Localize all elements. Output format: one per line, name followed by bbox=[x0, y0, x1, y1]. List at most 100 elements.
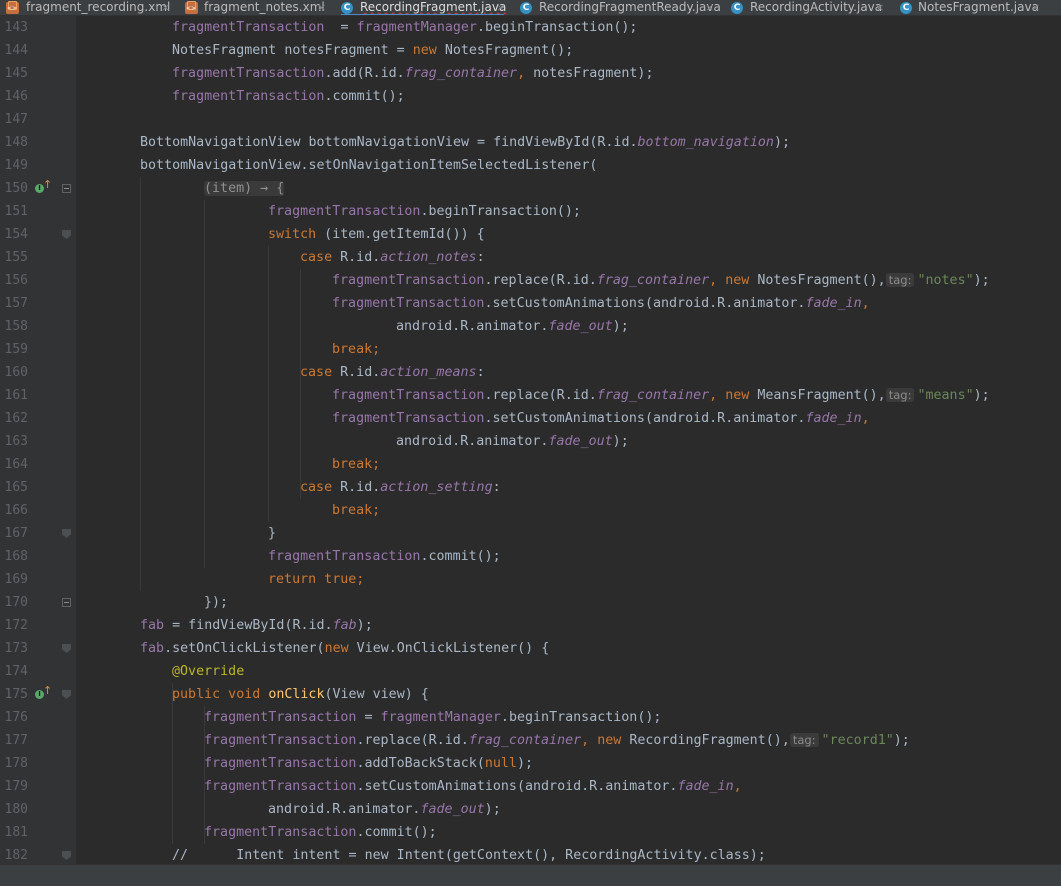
code-line[interactable]: break; bbox=[332, 453, 380, 476]
code-token: break; bbox=[332, 503, 381, 518]
implements-method-icon[interactable]: I ↑ bbox=[35, 178, 52, 196]
line-number: 162 bbox=[4, 411, 28, 426]
code-token: switch bbox=[268, 227, 317, 242]
line-number: 160 bbox=[4, 365, 28, 380]
code-line[interactable]: case R.id.action_means: bbox=[300, 361, 485, 384]
code-token: ); bbox=[484, 802, 501, 817]
code-line[interactable]: break; bbox=[332, 338, 380, 361]
code-line[interactable]: case R.id.action_setting: bbox=[300, 476, 501, 499]
code-token: bottom_navigation bbox=[637, 135, 774, 150]
fold-toggle-icon[interactable] bbox=[62, 184, 71, 193]
code-token: .beginTransaction(); bbox=[476, 20, 638, 35]
code-line[interactable]: fragmentTransaction.replace(R.id.frag_co… bbox=[332, 269, 990, 292]
code-token: ); bbox=[973, 388, 990, 403]
fold-toggle-icon[interactable] bbox=[62, 598, 71, 607]
code-line[interactable]: fragmentTransaction.replace(R.id.frag_co… bbox=[332, 384, 990, 407]
line-number: 150 bbox=[4, 181, 28, 196]
code-token: fragmentManager bbox=[380, 710, 501, 725]
code-token: , bbox=[861, 411, 870, 426]
code-line[interactable]: fragmentTransaction.addToBackStack(null)… bbox=[204, 752, 533, 775]
implements-method-icon[interactable]: I ↑ bbox=[35, 684, 52, 702]
indent-guide bbox=[300, 269, 301, 499]
code-line[interactable]: fragmentTransaction.setCustomAnimations(… bbox=[332, 292, 870, 315]
code-line[interactable]: fragmentTransaction.commit(); bbox=[172, 85, 405, 108]
code-line[interactable]: @Override bbox=[172, 660, 244, 683]
code-line[interactable]: fragmentTransaction.beginTransaction(); bbox=[268, 200, 581, 223]
code-token: fragmentTransaction bbox=[332, 296, 485, 311]
code-line[interactable]: }); bbox=[204, 591, 228, 614]
code-token: } bbox=[268, 526, 277, 541]
code-token: fade_in bbox=[677, 779, 734, 794]
code-line[interactable]: fragmentTransaction = fragmentManager.be… bbox=[172, 16, 637, 39]
code-token: fragmentTransaction bbox=[172, 89, 325, 104]
line-number: 156 bbox=[4, 273, 28, 288]
code-token: ); bbox=[612, 434, 629, 449]
code-token: fade_in bbox=[805, 296, 862, 311]
code-token: fragmentManager bbox=[356, 20, 477, 35]
code-token: fragmentTransaction bbox=[172, 66, 325, 81]
code-line[interactable]: android.R.animator.fade_out); bbox=[396, 315, 629, 338]
line-number: 174 bbox=[4, 664, 28, 679]
line-number: 181 bbox=[4, 825, 28, 840]
code-line[interactable]: fragmentTransaction.setCustomAnimations(… bbox=[332, 407, 870, 430]
line-number: 169 bbox=[4, 572, 28, 587]
code-token: "notes" bbox=[917, 273, 974, 288]
code-token: , bbox=[517, 66, 526, 81]
code-token: , bbox=[733, 779, 742, 794]
code-token: NotesFragment(); bbox=[436, 43, 574, 58]
code-line[interactable]: case R.id.action_notes: bbox=[300, 246, 485, 269]
code-line[interactable]: bottomNavigationView.setOnNavigationItem… bbox=[140, 154, 597, 177]
code-token: NotesFragment notesFragment = bbox=[172, 43, 413, 58]
code-token: fragmentTransaction bbox=[332, 273, 485, 288]
code-line[interactable]: (item) → { bbox=[204, 177, 285, 200]
code-token: "means" bbox=[917, 388, 974, 403]
code-line[interactable]: fragmentTransaction.commit(); bbox=[268, 545, 501, 568]
code-token: bottomNavigationView.setOnNavigationItem… bbox=[140, 158, 598, 173]
line-number: 161 bbox=[4, 388, 28, 403]
code-token: (View view) { bbox=[324, 687, 429, 702]
code-line[interactable]: fab = findViewById(R.id.fab); bbox=[140, 614, 373, 637]
code-token: , bbox=[709, 388, 718, 403]
code-token: ); bbox=[973, 273, 990, 288]
tab-notesfragment-java[interactable]: C NotesFragment.java × bbox=[0, 0, 1061, 15]
code-line[interactable]: return true; bbox=[268, 568, 364, 591]
editor-tab-bar: fragment_recording.xml×fragment_notes.xm… bbox=[0, 0, 1061, 16]
code-token: = bbox=[356, 710, 381, 725]
code-line[interactable]: // Intent intent = new Intent(getContext… bbox=[172, 844, 766, 867]
code-token: ); bbox=[356, 618, 373, 633]
code-line[interactable]: } bbox=[268, 522, 276, 545]
horizontal-scrollbar[interactable] bbox=[0, 864, 1061, 886]
code-line[interactable]: break; bbox=[332, 499, 380, 522]
code-line[interactable]: fab.setOnClickListener(new View.OnClickL… bbox=[140, 637, 549, 660]
code-line[interactable]: NotesFragment notesFragment = new NotesF… bbox=[172, 39, 573, 62]
indent-guide bbox=[140, 177, 141, 591]
parameter-hint: tag: bbox=[885, 388, 915, 402]
code-token: fragmentTransaction bbox=[332, 411, 485, 426]
line-number: 166 bbox=[4, 503, 28, 518]
indent-guide bbox=[268, 246, 269, 522]
code-token: NotesFragment(), bbox=[749, 273, 886, 288]
close-tab-icon[interactable]: × bbox=[1031, 0, 1040, 15]
code-line[interactable]: BottomNavigationView bottomNavigationVie… bbox=[140, 131, 790, 154]
line-number: 170 bbox=[4, 595, 28, 610]
code-line[interactable]: fragmentTransaction.add(R.id.frag_contai… bbox=[172, 62, 653, 85]
code-line[interactable]: android.R.animator.fade_out); bbox=[396, 430, 629, 453]
code-token: RecordingFragment(), bbox=[621, 733, 790, 748]
code-token: public void bbox=[172, 687, 261, 702]
code-line[interactable]: fragmentTransaction.commit(); bbox=[204, 821, 437, 844]
code-token: .setOnClickListener( bbox=[164, 641, 325, 656]
code-line[interactable]: public void onClick(View view) { bbox=[172, 683, 429, 706]
code-line[interactable]: android.R.animator.fade_out); bbox=[268, 798, 501, 821]
code-token: , bbox=[861, 296, 870, 311]
line-number: 176 bbox=[4, 710, 28, 725]
code-token: ); bbox=[773, 135, 790, 150]
code-line[interactable]: fragmentTransaction.replace(R.id.frag_co… bbox=[204, 729, 910, 752]
code-token: fab bbox=[140, 641, 165, 656]
code-line[interactable]: fragmentTransaction = fragmentManager.be… bbox=[204, 706, 661, 729]
code-line[interactable]: switch (item.getItemId()) { bbox=[268, 223, 485, 246]
code-token: null bbox=[484, 756, 517, 771]
code-line[interactable]: fragmentTransaction.setCustomAnimations(… bbox=[204, 775, 742, 798]
code-token: .replace(R.id. bbox=[484, 388, 597, 403]
code-token: .addToBackStack( bbox=[356, 756, 485, 771]
code-token: .replace(R.id. bbox=[484, 273, 597, 288]
